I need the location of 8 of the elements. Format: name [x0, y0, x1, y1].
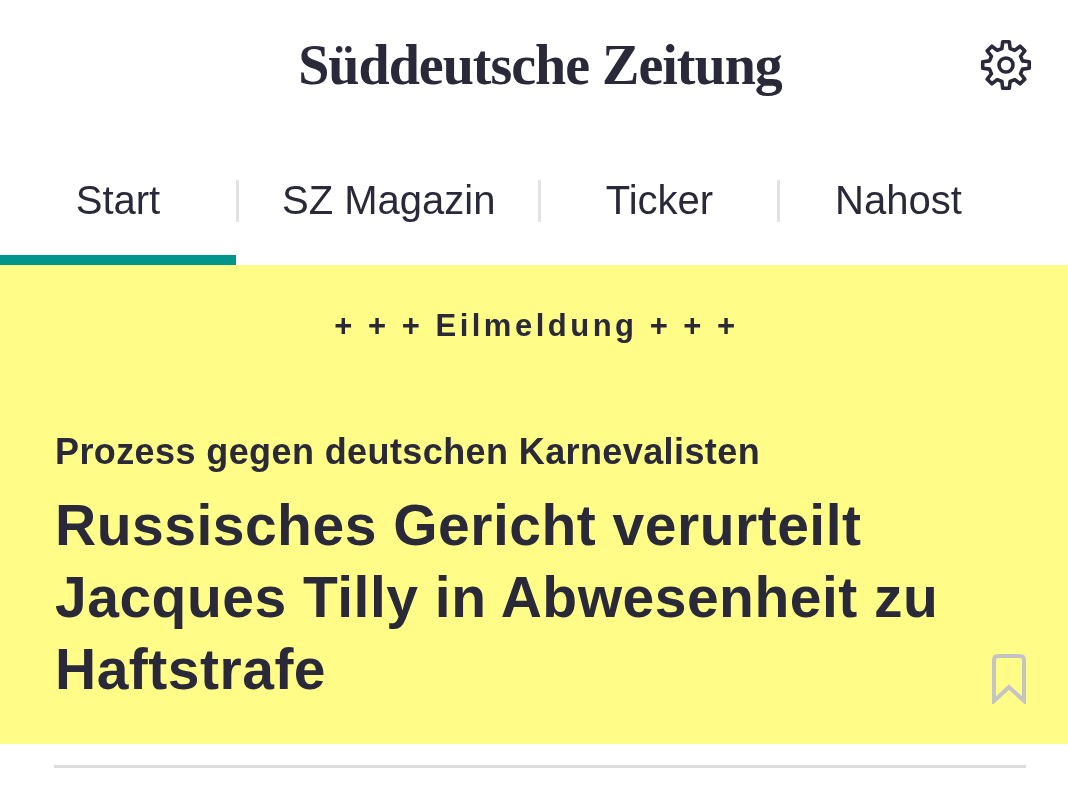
nav-tab[interactable]: Nahost — [780, 165, 1017, 265]
breaking-news-label: + + + Eilmeldung + + + — [333, 307, 740, 345]
article-headline[interactable]: Russisches Gericht verurteilt Jacques Tilly in Abwesenheit zu Haftstrafe — [55, 489, 970, 705]
nav-tab[interactable]: SZ Magazin — [239, 165, 539, 265]
settings-icon[interactable] — [980, 39, 1032, 91]
nav-tab[interactable]: Ticker — [541, 165, 778, 265]
article-kicker: Prozess gegen deutschen Karnevalisten — [55, 430, 762, 474]
newspaper-logo: Süddeutsche Zeitung — [297, 35, 782, 95]
